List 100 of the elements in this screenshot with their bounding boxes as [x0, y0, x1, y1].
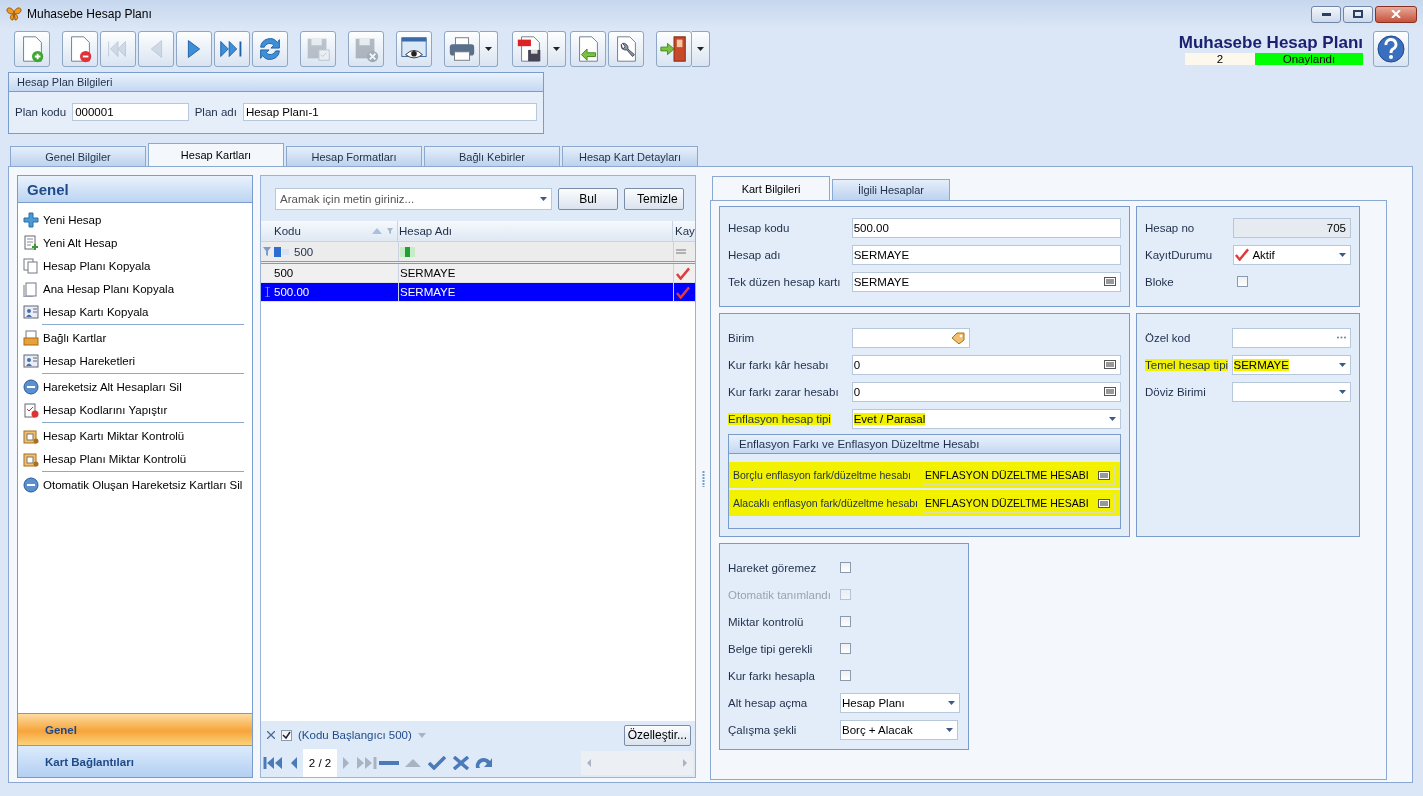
lookup-icon[interactable]: [1098, 470, 1110, 480]
code-field[interactable]: [1231, 327, 1351, 348]
filter-value[interactable]: 500: [294, 245, 314, 258]
column-header[interactable]: Kodu: [273, 221, 398, 241]
lookup-icon[interactable]: [1104, 277, 1116, 286]
maximize-button[interactable]: [1343, 5, 1373, 23]
tab[interactable]: Hesap Kartları: [148, 143, 284, 166]
lookup-field[interactable]: ENFLASYON DÜZELTME HESABI: [923, 465, 1115, 485]
delete-document-button[interactable]: [62, 31, 98, 67]
clear-button[interactable]: Temizle: [624, 187, 684, 210]
sidebar-item[interactable]: Hesap Planı Kopyala: [43, 259, 151, 272]
field-label: Bloke: [1145, 275, 1174, 288]
splitter-handle-icon[interactable]: [701, 470, 705, 487]
dropdown-caret-icon[interactable]: [540, 196, 547, 201]
first-record-icon[interactable]: [263, 756, 285, 770]
ellipsis-icon[interactable]: [1337, 336, 1346, 339]
help-button[interactable]: [1373, 31, 1409, 67]
table-row[interactable]: 500.00 SERMAYE: [261, 283, 695, 302]
caret-icon: [553, 47, 560, 51]
field-value: Aktif: [1252, 248, 1275, 261]
pdf-save-button[interactable]: [512, 31, 548, 67]
dropdown-field[interactable]: Borç + Alacak: [840, 719, 958, 740]
next-button[interactable]: [176, 31, 212, 67]
sidebar-item[interactable]: Hesap Kartı Miktar Kontrolü: [43, 429, 185, 442]
table-row[interactable]: 500 SERMAYE: [261, 264, 695, 283]
dropdown-caret-icon[interactable]: [946, 727, 953, 732]
section-button[interactable]: Genel: [18, 713, 252, 745]
tab[interactable]: İlgili Hesaplar: [832, 179, 950, 200]
dropdown-caret-icon[interactable]: [1339, 362, 1346, 367]
sidebar-item[interactable]: Yeni Hesap: [43, 213, 102, 226]
dropdown-field[interactable]: Hesap Planı: [840, 692, 960, 713]
check-icon[interactable]: [425, 756, 449, 770]
close-button[interactable]: [1375, 5, 1417, 23]
dropdown-button[interactable]: [480, 31, 498, 67]
sidebar-item[interactable]: Hesap Kartı Kopyala: [43, 305, 149, 318]
close-icon[interactable]: [267, 731, 275, 739]
sidebar-item[interactable]: Yeni Alt Hesap: [43, 236, 118, 249]
new-document-button[interactable]: [14, 31, 50, 67]
find-button[interactable]: Bul: [558, 187, 618, 210]
sidebar-item[interactable]: Bağlı Kartlar: [43, 331, 107, 344]
column-header[interactable]: Hesap Adı: [398, 221, 673, 241]
lookup-icon[interactable]: [1104, 387, 1116, 396]
dropdown-field[interactable]: [1231, 381, 1351, 402]
last-button[interactable]: [214, 31, 250, 67]
checkbox[interactable]: [840, 616, 851, 627]
lookup-icon[interactable]: [1098, 498, 1110, 508]
text-field[interactable]: Hesap Planı-1: [242, 103, 537, 121]
customize-button[interactable]: Özelleştir...: [623, 724, 691, 746]
dropdown-caret-icon[interactable]: [948, 700, 955, 705]
tab[interactable]: Kart Bilgileri: [712, 176, 830, 200]
sidebar-item[interactable]: Otomatik Oluşan Hareketsiz Kartları Sil: [43, 478, 243, 491]
sidebar-item[interactable]: Hesap Kodlarını Yapıştır: [43, 403, 168, 416]
sidebar-item[interactable]: Hareketsiz Alt Hesapları Sil: [43, 380, 182, 393]
document-plus-icon: [23, 234, 39, 251]
dropdown-button[interactable]: [548, 31, 566, 67]
caret-icon: [485, 47, 492, 51]
lookup-field[interactable]: 0: [851, 381, 1121, 402]
dropdown-caret-icon[interactable]: [1109, 416, 1116, 421]
checkbox[interactable]: [840, 562, 851, 573]
dropdown-field[interactable]: Evet / Parasal: [851, 408, 1121, 429]
preview-button[interactable]: [396, 31, 432, 67]
sidebar-item[interactable]: Hesap Planı Miktar Kontrolü: [43, 452, 187, 465]
field-value: ENFLASYON DÜZELTME HESABI: [925, 469, 1089, 481]
clipboard-icon: [23, 401, 39, 418]
lookup-field[interactable]: SERMAYE: [851, 271, 1121, 292]
sidebar-item[interactable]: Hesap Hareketleri: [43, 354, 136, 367]
tab[interactable]: Genel Bilgiler: [10, 146, 146, 166]
dropdown-field[interactable]: SERMAYE: [1231, 354, 1351, 375]
tab[interactable]: Bağlı Kebirler: [424, 146, 560, 166]
document-wrench-button[interactable]: [608, 31, 644, 67]
minimize-button[interactable]: [1311, 5, 1341, 23]
printer-icon: [447, 34, 477, 64]
refresh-button[interactable]: [252, 31, 288, 67]
filter-text[interactable]: (Kodu Başlangıcı 500): [298, 729, 412, 741]
unit-field[interactable]: [852, 327, 970, 348]
column-header[interactable]: Kay: [673, 221, 695, 241]
tab[interactable]: Hesap Formatları: [286, 146, 422, 166]
readonly-field: 705: [1233, 217, 1351, 238]
sidebar-item[interactable]: Ana Hesap Planı Kopyala: [43, 282, 175, 295]
text-field[interactable]: SERMAYE: [851, 244, 1121, 265]
import-document-button[interactable]: [570, 31, 606, 67]
exit-door-button[interactable]: [656, 31, 692, 67]
text-field[interactable]: 500.00: [851, 217, 1121, 238]
dropdown-caret-icon[interactable]: [1339, 252, 1346, 257]
status-dropdown[interactable]: Aktif: [1233, 244, 1351, 265]
printer-button[interactable]: [444, 31, 480, 67]
lookup-icon[interactable]: [1104, 360, 1116, 369]
tag-icon[interactable]: [951, 331, 965, 344]
lookup-field[interactable]: 0: [851, 354, 1121, 375]
tab[interactable]: Hesap Kart Detayları: [562, 146, 698, 166]
dropdown-button[interactable]: [692, 31, 710, 67]
dropdown-caret-icon[interactable]: [1339, 389, 1346, 394]
checkbox[interactable]: [1237, 276, 1248, 287]
text-field[interactable]: 000001: [72, 103, 189, 121]
checkbox[interactable]: [840, 643, 851, 654]
search-field[interactable]: Aramak için metin giriniz...: [275, 187, 552, 210]
checkbox[interactable]: [281, 729, 292, 741]
section-button[interactable]: Kart Bağlantıları: [18, 745, 252, 777]
lookup-field[interactable]: ENFLASYON DÜZELTME HESABI: [923, 493, 1115, 513]
checkbox[interactable]: [840, 670, 851, 681]
